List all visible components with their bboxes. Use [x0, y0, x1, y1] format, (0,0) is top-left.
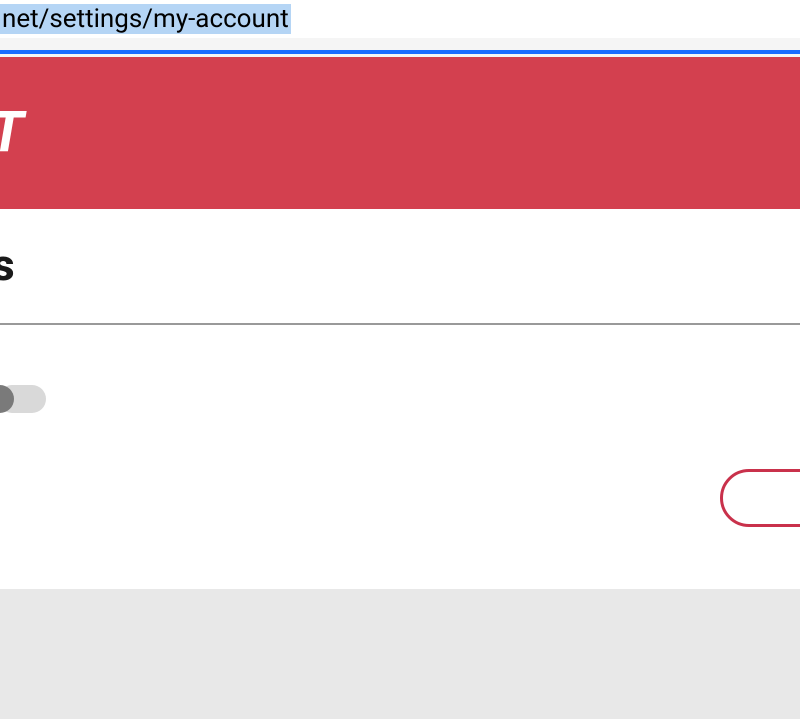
setting-toggle-row [0, 385, 800, 413]
action-button[interactable] [720, 469, 800, 527]
main-content: s [0, 209, 800, 589]
section-divider [0, 323, 800, 325]
focus-indicator [0, 50, 800, 54]
logo: T [0, 99, 24, 165]
page-title: s [0, 239, 792, 291]
address-bar[interactable]: net/settings/my-account [0, 0, 800, 38]
toggle-knob [0, 385, 14, 413]
site-header: T [0, 57, 800, 209]
footer [0, 589, 800, 719]
url-text: net/settings/my-account [0, 4, 291, 34]
toggle-switch[interactable] [0, 385, 46, 413]
